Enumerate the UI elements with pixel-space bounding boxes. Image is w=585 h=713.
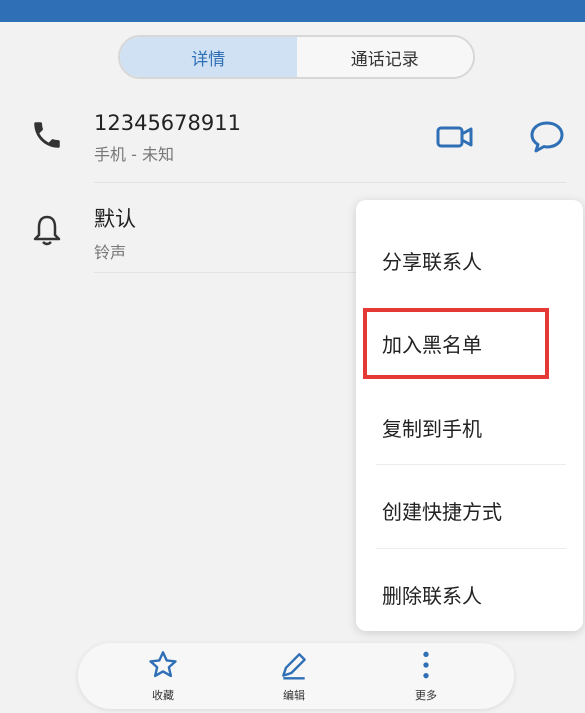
- tab-details[interactable]: 详情: [120, 37, 297, 77]
- pencil-icon: [282, 653, 306, 680]
- ringtone-label: 铃声: [94, 243, 127, 262]
- divider: [94, 272, 356, 273]
- menu-item-delete-contact[interactable]: 删除联系人: [382, 580, 482, 609]
- menu-divider: [376, 464, 566, 465]
- edit-label: 编辑: [283, 689, 305, 702]
- menu-divider: [376, 548, 566, 549]
- divider: [94, 182, 566, 183]
- bell-icon: [32, 213, 62, 251]
- ringtone-row[interactable]: 默认 铃声: [94, 203, 344, 263]
- tab-switcher: 详情 通话记录: [118, 35, 475, 79]
- highlight-box: [363, 308, 549, 379]
- menu-item-share-contact[interactable]: 分享联系人: [382, 246, 482, 275]
- message-icon[interactable]: [529, 120, 565, 158]
- phone-icon: [30, 118, 64, 156]
- star-icon: [149, 651, 177, 678]
- more-vertical-icon: [423, 651, 429, 679]
- ringtone-title: 默认: [94, 207, 136, 231]
- menu-item-copy-to-phone[interactable]: 复制到手机: [382, 413, 482, 442]
- more-label: 更多: [415, 689, 437, 702]
- bottom-action-bar: 收藏 编辑 更多: [78, 643, 514, 709]
- phone-number-row[interactable]: 12345678911 手机 - 未知: [94, 111, 394, 165]
- more-button[interactable]: 更多: [396, 649, 456, 703]
- status-bar: [0, 0, 585, 22]
- phone-type: 手机 - 未知: [94, 145, 174, 164]
- menu-item-create-shortcut[interactable]: 创建快捷方式: [382, 496, 502, 525]
- phone-number: 12345678911: [94, 111, 241, 135]
- favorite-label: 收藏: [152, 689, 174, 702]
- tab-call-log[interactable]: 通话记录: [296, 37, 473, 77]
- video-call-icon[interactable]: [436, 124, 474, 154]
- overflow-menu: 分享联系人 加入黑名单 复制到手机 创建快捷方式 删除联系人: [356, 200, 583, 631]
- favorite-button[interactable]: 收藏: [133, 649, 193, 703]
- edit-button[interactable]: 编辑: [264, 649, 324, 703]
